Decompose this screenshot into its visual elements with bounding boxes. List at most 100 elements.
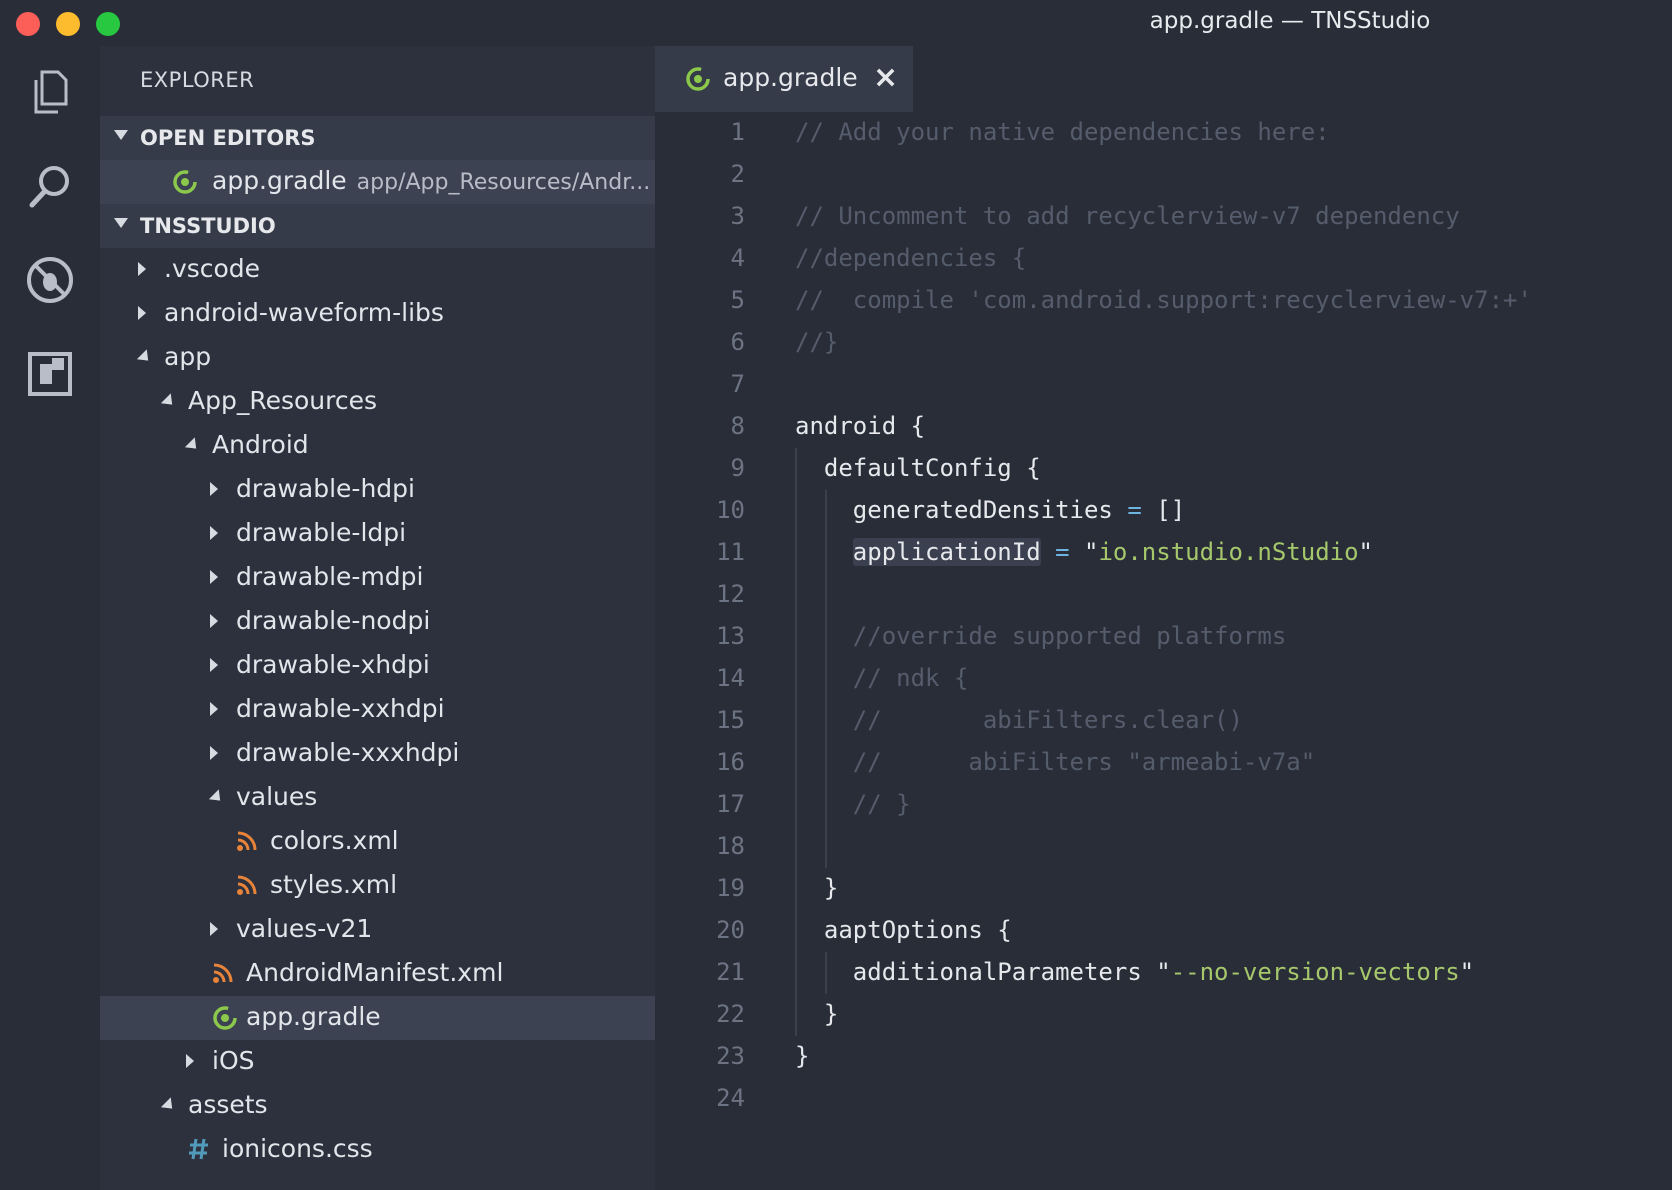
code-line: 21 additionalParameters "--no-version-ve… — [655, 952, 1672, 994]
open-editors-header[interactable]: OPEN EDITORS — [100, 116, 655, 160]
tree-file[interactable]: colors.xml — [100, 820, 655, 864]
maximize-window-button[interactable] — [96, 12, 120, 36]
tree-folder[interactable]: drawable-nodpi — [100, 600, 655, 644]
tree-folder[interactable]: assets — [100, 1084, 655, 1128]
tree-item-label: drawable-nodpi — [236, 606, 431, 635]
chevron-down-icon — [114, 218, 128, 228]
line-number: 6 — [730, 328, 745, 356]
tree-item-label: AndroidManifest.xml — [246, 958, 504, 987]
line-number: 3 — [730, 202, 745, 230]
tree-folder[interactable]: iOS — [100, 1040, 655, 1084]
chevron-right-icon — [210, 658, 218, 672]
tree-item-label: values-v21 — [236, 914, 373, 943]
tree-item-label: App_Resources — [188, 386, 378, 415]
tab-label: app.gradle — [723, 63, 858, 92]
line-content: //override supported platforms — [795, 622, 1286, 650]
editor-area: app.gradle × 1 // Add your native depende… — [655, 46, 1672, 1190]
code-token: aaptOptions { — [795, 916, 1012, 944]
tree-item-label: drawable-ldpi — [236, 518, 407, 547]
tree-folder[interactable]: app — [100, 336, 655, 380]
line-number: 19 — [716, 874, 745, 902]
tab-app-gradle[interactable]: app.gradle × — [655, 46, 913, 112]
code-editor[interactable]: 1// Add your native dependencies here: 2 3… — [655, 112, 1672, 1190]
code-token: generatedDensities — [795, 496, 1128, 524]
line-number: 9 — [730, 454, 745, 482]
tree-folder[interactable]: values — [100, 776, 655, 820]
tree-item-label: app — [164, 342, 212, 371]
line-number: 15 — [716, 706, 745, 734]
line-content: defaultConfig { — [795, 454, 1041, 482]
line-number: 7 — [730, 370, 745, 398]
chevron-right-icon — [210, 746, 218, 760]
tree-folder[interactable]: values-v21 — [100, 908, 655, 952]
tree-folder[interactable]: Android — [100, 424, 655, 468]
tree-folder[interactable]: App_Resources — [100, 380, 655, 424]
code-line: 18 — [655, 826, 1672, 868]
code-line: 1 // Add your native dependencies here: — [655, 112, 1672, 154]
tree-file[interactable]: ionicons.css — [100, 1128, 655, 1172]
tree-folder[interactable]: drawable-xxhdpi — [100, 688, 655, 732]
line-number: 16 — [716, 748, 745, 776]
tree-folder[interactable]: drawable-xhdpi — [100, 644, 655, 688]
code-token: [] — [1141, 496, 1186, 524]
tree-item-label: drawable-xxhdpi — [236, 694, 445, 723]
tree-item-label: styles.xml — [270, 870, 398, 899]
close-icon[interactable]: × — [873, 60, 898, 95]
tree-folder[interactable]: drawable-xxxhdpi — [100, 732, 655, 776]
activity-bar — [0, 46, 100, 1190]
tree-item-label: Android — [212, 430, 309, 459]
minimize-window-button[interactable] — [56, 12, 80, 36]
open-editor-item[interactable]: app.gradle app/App_Resources/Andr... — [100, 160, 655, 204]
line-content: additionalParameters "--no-version-vecto… — [795, 958, 1474, 986]
code-line: 16 // abiFilters "armeabi-v7a" — [655, 742, 1672, 784]
tree-item-label: drawable-xhdpi — [236, 650, 430, 679]
tree-folder[interactable]: android-waveform-libs — [100, 292, 655, 336]
line-number: 13 — [716, 622, 745, 650]
tree-folder[interactable]: drawable-mdpi — [100, 556, 655, 600]
extensions-icon[interactable] — [24, 348, 76, 400]
rss-xml-icon — [236, 873, 262, 899]
files-icon[interactable] — [24, 66, 76, 118]
chevron-right-icon — [210, 482, 218, 496]
tree-file[interactable]: AndroidManifest.xml — [100, 952, 655, 996]
tree-item-label: ionicons.css — [222, 1134, 373, 1163]
code-line: 23} — [655, 1036, 1672, 1078]
line-content: android { — [795, 412, 925, 440]
code-token: applicationId — [852, 538, 1041, 566]
tree-item-label: android-waveform-libs — [164, 298, 444, 327]
project-header[interactable]: TNSSTUDIO — [100, 204, 655, 248]
code-token: // ndk { — [852, 664, 969, 692]
line-number: 14 — [716, 664, 745, 692]
close-window-button[interactable] — [16, 12, 40, 36]
line-content: aaptOptions { — [795, 916, 1012, 944]
window-title: app.gradle — TNSStudio — [1149, 8, 1431, 34]
debug-icon[interactable] — [24, 254, 76, 306]
tree-file[interactable]: app.gradle — [100, 996, 655, 1040]
tree-folder[interactable]: .vscode — [100, 248, 655, 292]
open-editor-path: app/App_Resources/Andr... — [356, 170, 651, 195]
chevron-down-icon — [136, 349, 154, 366]
tree-file[interactable]: styles.xml — [100, 864, 655, 908]
tree-folder[interactable]: drawable-hdpi — [100, 468, 655, 512]
code-line: 4 //dependencies { — [655, 238, 1672, 280]
explorer-sidebar: EXPLORER OPEN EDITORS app.gradle app/App_… — [100, 46, 655, 1190]
code-token: //dependencies { — [795, 244, 1027, 272]
code-token: " — [1358, 538, 1373, 566]
gradle-file-icon — [685, 66, 711, 92]
search-icon[interactable] — [24, 160, 76, 212]
line-content: generatedDensities = [] — [795, 496, 1185, 524]
gradle-file-icon — [172, 169, 198, 195]
code-token: // compile 'com.android.support:recycler… — [795, 286, 1532, 314]
code-token: //} — [795, 328, 839, 356]
tree-folder[interactable]: drawable-ldpi — [100, 512, 655, 556]
line-content: } — [795, 1042, 809, 1070]
code-token: " — [1459, 958, 1475, 986]
line-number: 5 — [730, 286, 745, 314]
chevron-right-icon — [210, 702, 218, 716]
rss-xml-icon — [236, 829, 262, 855]
tree-item-label: .vscode — [164, 254, 261, 283]
